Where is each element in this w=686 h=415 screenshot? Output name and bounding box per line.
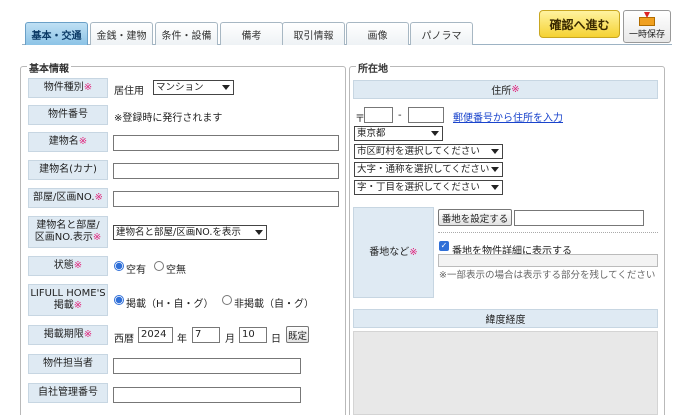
map-area[interactable] [353,331,658,415]
zip-first-input[interactable] [364,107,393,123]
building-name-kana-label: 建物名(カナ) [28,160,108,180]
tab-notes[interactable]: 備考 [220,22,283,45]
property-number-value: ※登録時に発行されます [114,113,223,124]
tab-label: 金銭・建物 [96,30,147,42]
day-unit: 日 [271,334,281,345]
tab-panorama[interactable]: パノラマ [410,22,473,45]
lifull-publish-label: 掲載（H・自・グ） [126,299,214,310]
tab-label: 条件・設備 [161,30,212,42]
city-select[interactable]: 市区町村を選択してください [354,144,503,159]
latlng-header: 緯度経度 [353,309,658,328]
banchi-input[interactable] [514,210,644,226]
tab-label: 取引情報 [293,30,334,42]
person-label: 物件担当者 [28,354,108,374]
building-name-input[interactable] [113,135,339,151]
block-select[interactable]: 字・丁目を選択してください [354,180,503,195]
address-header: 住所 ※ [353,80,658,99]
period-label: 掲載期限※ [28,325,108,345]
banchi-label: 番地など※ [353,207,434,298]
day-input[interactable]: 10 [239,327,267,343]
property-type-select[interactable]: マンション [153,80,234,95]
tab-label: 備考 [241,30,262,42]
tab-basic-transport[interactable]: 基本・交通 [25,22,88,45]
tab-transaction-info[interactable]: 取引情報 [282,22,345,45]
confirm-button[interactable]: 確認へ進む [539,10,620,38]
listing-editor: { "tabs": [ {"label": "基本・交通", "active":… [0,0,686,415]
divider [438,232,658,233]
lifull-label: LIFULL HOME'S 掲載※ [28,284,108,316]
confirm-label: 確認へ進む [549,17,610,32]
tab-label: 基本・交通 [31,30,82,42]
banchi-note: ※一部表示の場合は表示する部分を残してください [439,270,656,281]
show-detail-checkbox[interactable]: ✓ [439,241,449,251]
month-unit: 月 [225,334,235,345]
mgmt-no-label: 自社管理番号 [28,383,108,403]
section-legend: 所在地 [356,60,390,75]
zip-dash: - [398,110,402,121]
tab-conditions-facilities[interactable]: 条件・設備 [155,22,218,45]
status-label: 状態※ [28,256,108,276]
district-select[interactable]: 大字・通称を選択してください [354,162,503,177]
person-input[interactable] [113,358,301,374]
era-label: 西暦 [114,334,134,345]
tab-label: 画像 [367,30,388,42]
default-period-button[interactable]: 既定 [286,326,309,343]
year-input[interactable]: 2024 [138,327,173,343]
property-type-label: 物件種別※ [28,78,108,98]
room-number-input[interactable] [113,191,339,207]
status-available-label: 空有 [126,265,146,276]
month-input[interactable]: 7 [192,327,220,343]
room-number-label: 部屋/区画NO.※ [28,188,108,208]
tab-money-building[interactable]: 金銭・建物 [90,22,153,45]
lifull-publish-radio[interactable] [114,295,124,305]
status-unavailable-label: 空無 [166,265,186,276]
property-type-prefix: 居住用 [114,86,144,97]
zip-lookup-link[interactable]: 郵便番号から住所を入力 [453,109,563,124]
tab-images[interactable]: 画像 [346,22,409,45]
mgmt-no-input[interactable] [113,387,301,403]
prefecture-select[interactable]: 東京都 [354,126,443,141]
display-label: 建物名と部屋/ 区画NO.表示※ [28,216,108,248]
display-select[interactable]: 建物名と部屋/区画NO.を表示 [113,225,267,240]
building-name-kana-input[interactable] [113,163,339,179]
lifull-unpublish-label: 非掲載（自・グ） [234,299,314,310]
building-name-label: 建物名※ [28,132,108,152]
save-label: 一時保存 [628,30,665,40]
lifull-unpublish-radio[interactable] [222,295,232,305]
save-icon [638,12,656,26]
tab-label: パノラマ [421,30,462,42]
status-available-radio[interactable] [114,261,124,271]
year-unit: 年 [177,334,187,345]
banchi-partial-input[interactable] [438,254,658,267]
zip-second-input[interactable] [408,107,444,123]
section-legend: 基本情報 [27,60,71,75]
set-banchi-button[interactable]: 番地を設定する [438,209,512,226]
temp-save-button[interactable]: 一時保存 [623,10,671,43]
property-number-label: 物件番号 [28,105,108,125]
status-unavailable-radio[interactable] [154,261,164,271]
